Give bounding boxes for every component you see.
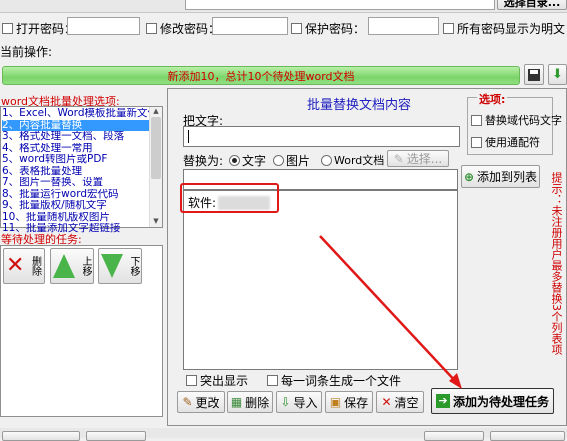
replace-field-label: 替换域代码文字 <box>485 114 562 127</box>
side-note: 提示：未注册用户最多替换3个列表项 <box>550 172 563 355</box>
bottom-button-3[interactable] <box>424 431 484 441</box>
replace-field-checkbox[interactable] <box>471 114 482 126</box>
use-wildcard-label: 使用通配符 <box>485 136 540 149</box>
replace-field-option[interactable]: 替换域代码文字 <box>471 112 562 128</box>
bottom-button-4[interactable] <box>490 431 565 441</box>
use-wildcard-option[interactable]: 使用通配符 <box>471 134 540 150</box>
bottom-button-1[interactable] <box>2 431 80 441</box>
use-wildcard-checkbox[interactable] <box>471 136 482 148</box>
arrow-annotation <box>319 235 462 389</box>
arrow-line <box>319 235 459 385</box>
bottom-button-2[interactable] <box>86 431 146 441</box>
options-box-title: 选项: <box>477 91 508 107</box>
